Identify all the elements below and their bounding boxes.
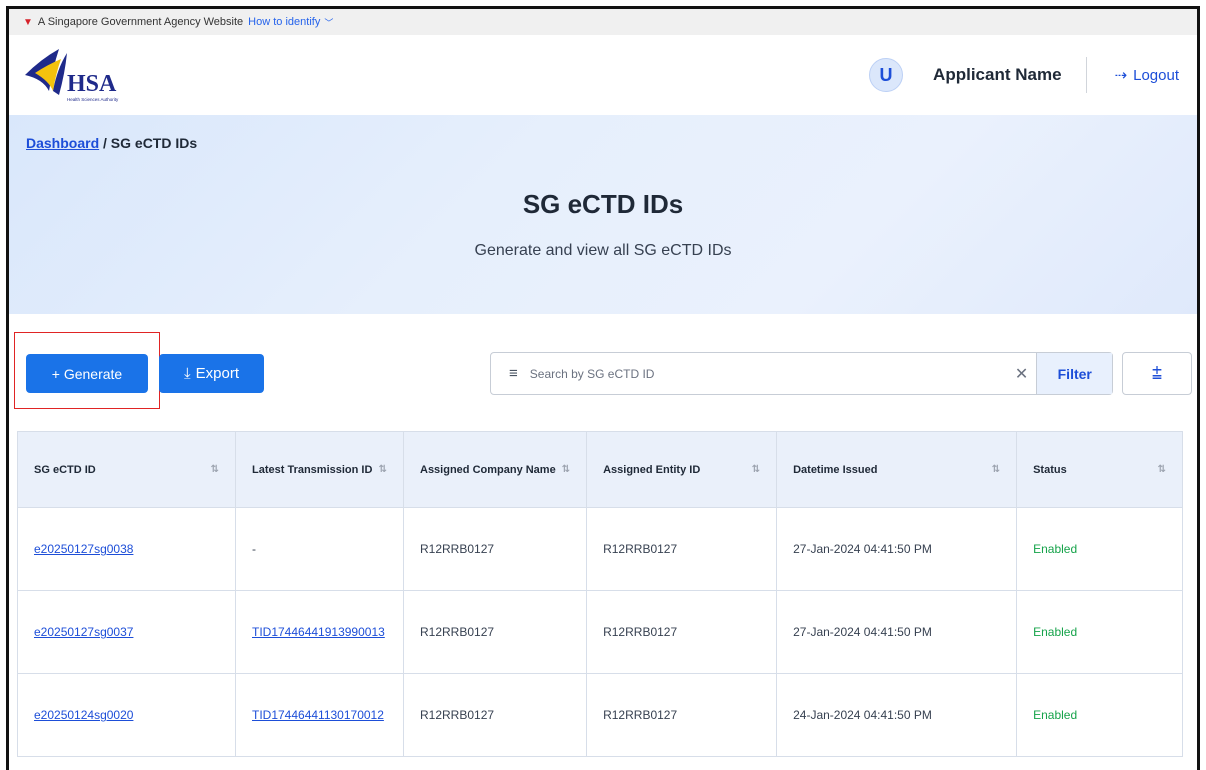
- transmission-id-cell: -: [235, 507, 404, 591]
- sort-add-button[interactable]: ⩲: [1122, 352, 1192, 395]
- company-name-cell: R12RRB0127: [402, 507, 588, 591]
- avatar[interactable]: U: [869, 58, 904, 92]
- svg-text:HSA: HSA: [67, 71, 117, 97]
- user-area: U Applicant Name ⇢ Logout: [869, 57, 1179, 93]
- breadcrumb: Dashboard / SG eCTD IDs: [26, 135, 197, 151]
- sort-arrows-icon[interactable]: ⇅: [752, 464, 760, 475]
- sort-arrows-icon[interactable]: ⇅: [992, 464, 1000, 475]
- company-name-cell: R12RRB0127: [402, 673, 588, 757]
- column-header-assigned-entity-id[interactable]: Assigned Entity ID ⇅: [586, 431, 778, 508]
- sg-ectd-id-link[interactable]: e20250127sg0038: [17, 507, 236, 591]
- table-row: e20250124sg0020 TID17446441130170012 R12…: [17, 673, 1183, 757]
- breadcrumb-current: SG eCTD IDs: [110, 135, 198, 151]
- close-icon[interactable]: ✕: [1007, 364, 1037, 384]
- how-to-identify-link[interactable]: How to identify ﹀: [248, 16, 333, 29]
- hero-banner: Dashboard / SG eCTD IDs SG eCTD IDs Gene…: [9, 115, 1197, 314]
- gov-banner: ▼ A Singapore Government Agency Website …: [9, 9, 1197, 35]
- site-header: HSA Health Sciences Authority U Applican…: [9, 35, 1197, 115]
- datetime-cell: 24-Jan-2024 04:41:50 PM: [776, 673, 1018, 757]
- filter-button[interactable]: Filter: [1036, 353, 1112, 394]
- entity-id-cell: R12RRB0127: [586, 590, 778, 674]
- table-header-row: SG eCTD ID ⇅ Latest Transmission ID ⇅ Assi…: [17, 431, 1183, 508]
- search-input[interactable]: [529, 366, 997, 381]
- entity-id-cell: R12RRB0127: [586, 507, 778, 591]
- header-divider: [1085, 57, 1087, 93]
- sg-ectd-id-link[interactable]: e20250127sg0037: [17, 590, 236, 674]
- breadcrumb-dashboard-link[interactable]: Dashboard: [26, 135, 99, 151]
- transmission-id-link[interactable]: TID17446441913990013: [235, 590, 404, 674]
- sort-arrows-icon[interactable]: ⇅: [379, 464, 387, 475]
- ectd-table: SG eCTD ID ⇅ Latest Transmission ID ⇅ Assi…: [17, 431, 1183, 757]
- company-name-cell: R12RRB0127: [402, 590, 588, 674]
- sort-arrows-icon[interactable]: ⇅: [1158, 464, 1166, 475]
- entity-id-cell: R12RRB0127: [586, 673, 778, 757]
- table-row: e20250127sg0037 TID17446441913990013 R12…: [17, 590, 1183, 674]
- hsa-logo-icon: HSA Health Sciences Authority: [25, 49, 119, 102]
- generate-button[interactable]: + Generate: [26, 354, 148, 393]
- search-bar: ≡ ✕ Filter: [490, 352, 1113, 395]
- column-header-sg-ectd-id[interactable]: SG eCTD ID ⇅: [17, 431, 236, 508]
- table-row: e20250127sg0038 - R12RRB0127 R12RRB0127 …: [17, 507, 1183, 591]
- lion-head-icon: ▼: [23, 16, 33, 28]
- filter-lines-icon: ≡: [509, 365, 518, 382]
- gov-banner-text: A Singapore Government Agency Website: [37, 16, 244, 28]
- page-subtitle: Generate and view all SG eCTD IDs: [474, 242, 732, 259]
- ectd-table-wrapper: SG eCTD ID ⇅ Latest Transmission ID ⇅ Assi…: [17, 431, 1183, 757]
- download-icon: ⤓: [184, 365, 191, 382]
- datetime-cell: 27-Jan-2024 04:41:50 PM: [776, 590, 1018, 674]
- svg-text:Health Sciences Authority: Health Sciences Authority: [67, 97, 119, 102]
- sg-ectd-id-link[interactable]: e20250124sg0020: [17, 673, 236, 757]
- breadcrumb-separator: /: [103, 135, 107, 151]
- column-header-latest-transmission-id[interactable]: Latest Transmission ID ⇅: [235, 431, 404, 508]
- column-header-datetime-issued[interactable]: Datetime Issued ⇅: [776, 431, 1018, 508]
- hsa-logo[interactable]: HSA Health Sciences Authority: [23, 45, 143, 105]
- status-cell: Enabled: [1016, 590, 1183, 674]
- status-cell: Enabled: [1016, 507, 1183, 591]
- sort-arrows-icon[interactable]: ⇅: [562, 464, 570, 475]
- export-button[interactable]: ⤓ Export: [159, 354, 264, 393]
- sort-arrows-icon[interactable]: ⇅: [211, 464, 219, 475]
- page-title: SG eCTD IDs: [522, 189, 684, 219]
- chevron-down-icon: ﹀: [324, 17, 334, 28]
- applicant-name: Applicant Name: [933, 65, 1062, 84]
- logout-icon: ⇢: [1114, 67, 1128, 84]
- status-cell: Enabled: [1016, 673, 1183, 757]
- column-header-status[interactable]: Status ⇅: [1016, 431, 1183, 508]
- transmission-id-link[interactable]: TID17446441130170012: [235, 673, 404, 757]
- toolbar: + Generate ⤓ Export ≡ ✕ Filter ⩲: [9, 314, 1197, 440]
- column-header-assigned-company-name[interactable]: Assigned Company Name ⇅: [402, 431, 588, 508]
- datetime-cell: 27-Jan-2024 04:41:50 PM: [776, 507, 1018, 591]
- sort-add-icon: ⩲: [1151, 363, 1163, 383]
- logout-button[interactable]: ⇢ Logout: [1114, 66, 1179, 85]
